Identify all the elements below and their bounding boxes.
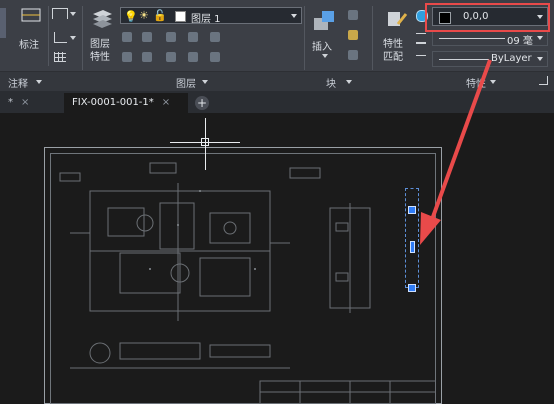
tab-label: * bbox=[8, 97, 13, 108]
annotation-group-title[interactable]: 注释 bbox=[8, 75, 28, 90]
layer-tool-icon[interactable] bbox=[188, 32, 198, 42]
layer-properties-button[interactable]: 图层 特性 bbox=[88, 6, 118, 66]
new-tab-button[interactable]: + bbox=[195, 96, 209, 110]
chevron-down-icon[interactable] bbox=[36, 80, 42, 84]
dialog-launcher-icon[interactable] bbox=[539, 76, 548, 85]
lightbulb-icon: 💡 bbox=[124, 10, 138, 23]
layer-tool-icon[interactable] bbox=[142, 52, 152, 62]
annotation-mini-tools bbox=[52, 8, 80, 66]
match-properties-label: 特性 匹配 bbox=[383, 39, 403, 63]
insert-label: 插入 bbox=[312, 42, 332, 53]
block-group-title[interactable]: 块 bbox=[326, 75, 336, 90]
chevron-down-icon bbox=[537, 57, 543, 61]
sun-icon: ☀ bbox=[139, 9, 149, 22]
chevron-down-icon[interactable] bbox=[70, 12, 76, 16]
layer-selector[interactable]: 💡 ☀ 🔓 图层 1 bbox=[120, 7, 302, 25]
chevron-down-icon bbox=[537, 36, 543, 40]
layer-tool-icon[interactable] bbox=[122, 32, 132, 42]
linetype-icon bbox=[416, 55, 426, 56]
block-tools bbox=[346, 10, 364, 66]
lineweight-dropdown[interactable]: 09 毫 bbox=[432, 30, 548, 47]
ribbon-group-titles: 注释 图层 块 特性 bbox=[0, 71, 554, 91]
chevron-down-icon[interactable] bbox=[490, 80, 496, 84]
layers-group-title[interactable]: 图层 bbox=[176, 75, 196, 90]
match-properties-button[interactable]: 特性 匹配 bbox=[380, 6, 414, 66]
highlight-box bbox=[425, 3, 550, 32]
layer-color-swatch bbox=[175, 11, 186, 22]
layer-tool-icon[interactable] bbox=[122, 52, 132, 62]
layer-tool-icon[interactable] bbox=[210, 32, 220, 42]
separator bbox=[372, 6, 373, 70]
grip-top[interactable] bbox=[408, 206, 416, 214]
create-block-icon[interactable] bbox=[348, 10, 358, 20]
chevron-down-icon[interactable] bbox=[70, 36, 76, 40]
linetype-value: ByLayer bbox=[491, 53, 532, 64]
tab-fix-0001-001-1[interactable]: FIX-0001-001-1* × bbox=[64, 93, 188, 113]
layer-properties-icon bbox=[93, 10, 112, 28]
chevron-down-icon bbox=[322, 54, 328, 58]
leader-icon[interactable] bbox=[54, 32, 67, 43]
chevron-down-icon[interactable] bbox=[202, 80, 208, 84]
insert-block-button[interactable]: 插入 bbox=[308, 6, 344, 66]
match-properties-icon bbox=[388, 12, 408, 26]
separator bbox=[82, 6, 83, 70]
linetype-line bbox=[439, 59, 489, 60]
dimstyle-icon[interactable] bbox=[52, 8, 68, 19]
close-icon[interactable]: × bbox=[162, 97, 170, 108]
lineweight-line bbox=[439, 38, 505, 39]
chevron-down-icon bbox=[291, 13, 297, 18]
dimension-label: 标注 bbox=[19, 40, 39, 51]
layer-tool-icon[interactable] bbox=[188, 52, 198, 62]
grip-middle[interactable] bbox=[410, 241, 415, 253]
drawing-content bbox=[59, 162, 436, 404]
layer-tools-grid bbox=[122, 30, 302, 66]
layer-properties-label: 图层 特性 bbox=[90, 39, 110, 63]
document-tabs: * × FIX-0001-001-1* × + bbox=[0, 91, 554, 113]
insert-block-icon bbox=[314, 11, 334, 30]
layer-name: 图层 1 bbox=[191, 14, 221, 25]
layer-tool-icon[interactable] bbox=[166, 52, 176, 62]
separator bbox=[304, 6, 305, 70]
lineweight-value: 09 毫 bbox=[507, 36, 533, 47]
linetype-dropdown[interactable]: ByLayer bbox=[432, 51, 548, 67]
grip-bottom[interactable] bbox=[408, 284, 416, 292]
tab-label: FIX-0001-001-1* bbox=[72, 97, 154, 108]
dimension-tool[interactable]: 标注 bbox=[17, 6, 45, 56]
tool-edge[interactable] bbox=[0, 8, 6, 38]
close-icon[interactable]: × bbox=[21, 97, 29, 108]
lineweight-icon bbox=[416, 33, 426, 44]
edit-block-icon[interactable] bbox=[348, 30, 358, 40]
cursor-pickbox bbox=[201, 138, 209, 146]
layer-tool-icon[interactable] bbox=[210, 52, 220, 62]
layer-tool-icon[interactable] bbox=[166, 32, 176, 42]
tab-previous[interactable]: * × bbox=[0, 93, 62, 113]
block-attribute-icon[interactable] bbox=[348, 50, 358, 60]
table-icon[interactable] bbox=[54, 52, 66, 62]
layer-tool-icon[interactable] bbox=[142, 32, 152, 42]
selected-object[interactable] bbox=[405, 188, 419, 288]
linear-dimension-icon bbox=[21, 8, 41, 22]
separator bbox=[48, 6, 49, 66]
lock-icon: 🔓 bbox=[153, 9, 167, 22]
chevron-down-icon[interactable] bbox=[346, 80, 352, 84]
properties-group-title[interactable]: 特性 bbox=[466, 75, 486, 90]
